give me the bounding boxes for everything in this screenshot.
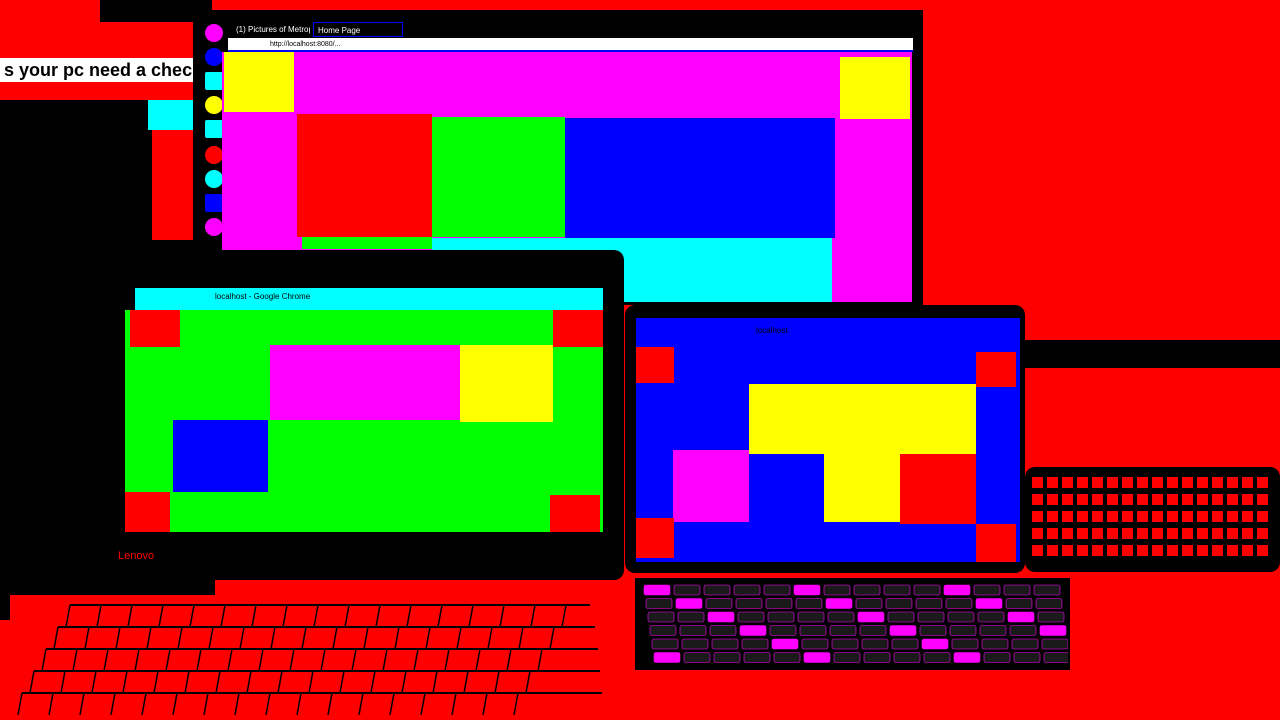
lenovo-keyboard bbox=[10, 595, 605, 715]
background-shelf bbox=[1025, 340, 1280, 368]
color-block bbox=[673, 450, 749, 522]
color-block bbox=[900, 454, 976, 524]
color-block bbox=[302, 237, 432, 249]
corner-block bbox=[550, 495, 600, 532]
corner-block bbox=[636, 518, 674, 558]
corner-block bbox=[125, 492, 170, 532]
macbook-screen bbox=[636, 344, 1020, 562]
macbook-window-title: localhost bbox=[756, 326, 788, 335]
app-icon[interactable] bbox=[205, 146, 223, 164]
color-block bbox=[432, 117, 565, 237]
tab-pictures[interactable]: (1) Pictures of Metropolis... bbox=[232, 22, 310, 37]
corner-block bbox=[553, 310, 603, 347]
corner-block bbox=[636, 347, 674, 383]
corner-block bbox=[224, 52, 294, 112]
background-window-text: s your pc need a checku bbox=[0, 58, 195, 82]
color-block bbox=[565, 118, 835, 238]
browser-icon[interactable] bbox=[205, 24, 223, 42]
corner-block bbox=[130, 310, 180, 347]
tab-home-page[interactable]: Home Page bbox=[313, 22, 403, 37]
lenovo-taskbar bbox=[125, 532, 603, 546]
app-icon[interactable] bbox=[205, 170, 223, 188]
macbook-keyboard bbox=[643, 584, 1068, 663]
background-red-sliver bbox=[152, 130, 197, 240]
external-keyboard bbox=[1025, 467, 1280, 572]
lenovo-screen bbox=[125, 310, 603, 532]
corner-block bbox=[976, 352, 1016, 387]
app-icon[interactable] bbox=[205, 120, 223, 138]
color-block bbox=[824, 452, 900, 522]
color-block bbox=[270, 345, 460, 420]
corner-block bbox=[840, 57, 910, 119]
color-block bbox=[749, 384, 976, 454]
app-icon[interactable] bbox=[205, 48, 223, 66]
lenovo-window-title: localhost - Google Chrome bbox=[215, 292, 311, 301]
color-block bbox=[460, 345, 553, 422]
app-icon[interactable] bbox=[205, 96, 223, 114]
monitor-url-text: http://localhost:8080/... bbox=[270, 41, 341, 48]
app-icon[interactable] bbox=[205, 72, 223, 90]
color-block bbox=[173, 420, 268, 492]
lenovo-logo: Lenovo bbox=[118, 550, 155, 562]
macbook-window-titlebar: localhost bbox=[636, 318, 1020, 344]
lenovo-window-titlebar: localhost - Google Chrome bbox=[135, 288, 603, 310]
corner-block bbox=[976, 524, 1016, 562]
app-icon[interactable] bbox=[205, 194, 223, 212]
chrome-icon[interactable] bbox=[205, 218, 223, 236]
background-cyan-strip bbox=[148, 100, 198, 130]
color-block bbox=[297, 114, 432, 237]
